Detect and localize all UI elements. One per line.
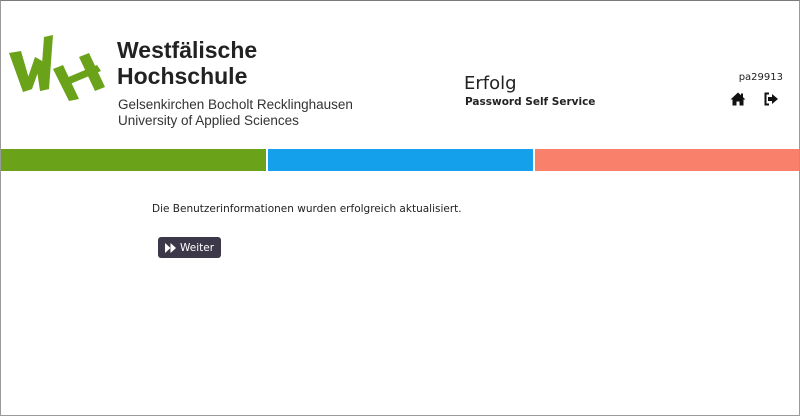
page-subtitle: Password Self Service	[465, 96, 596, 108]
university-tagline: University of Applied Sciences	[118, 113, 299, 128]
continue-button-label: Weiter	[179, 241, 215, 254]
stripe-green	[1, 149, 266, 171]
page-header: WH Westfälische Hochschule Gelsenkirchen…	[1, 1, 799, 148]
home-button[interactable]	[730, 91, 746, 107]
home-icon	[730, 92, 746, 106]
logout-button[interactable]	[763, 91, 779, 107]
university-name: Westfälische Hochschule	[117, 37, 257, 89]
page-title: Erfolg	[464, 73, 517, 94]
university-name-line2: Hochschule	[117, 63, 248, 89]
university-name-line1: Westfälische	[117, 37, 258, 63]
university-subtitle: Gelsenkirchen Bocholt Recklinghausen Uni…	[118, 97, 353, 129]
browser-viewport: WH Westfälische Hochschule Gelsenkirchen…	[0, 0, 800, 416]
logout-icon	[764, 92, 778, 106]
continue-button[interactable]: Weiter	[158, 237, 221, 258]
stripe-blue	[268, 149, 533, 171]
success-message: Die Benutzerinformationen wurden erfolgr…	[152, 203, 462, 215]
stripe-salmon	[535, 149, 799, 171]
fast-forward-icon	[164, 242, 176, 253]
university-logo: WH	[9, 35, 105, 101]
color-stripe-bar	[1, 149, 799, 171]
username-label: pa29913	[738, 72, 783, 83]
university-locations: Gelsenkirchen Bocholt Recklinghausen	[118, 97, 353, 112]
